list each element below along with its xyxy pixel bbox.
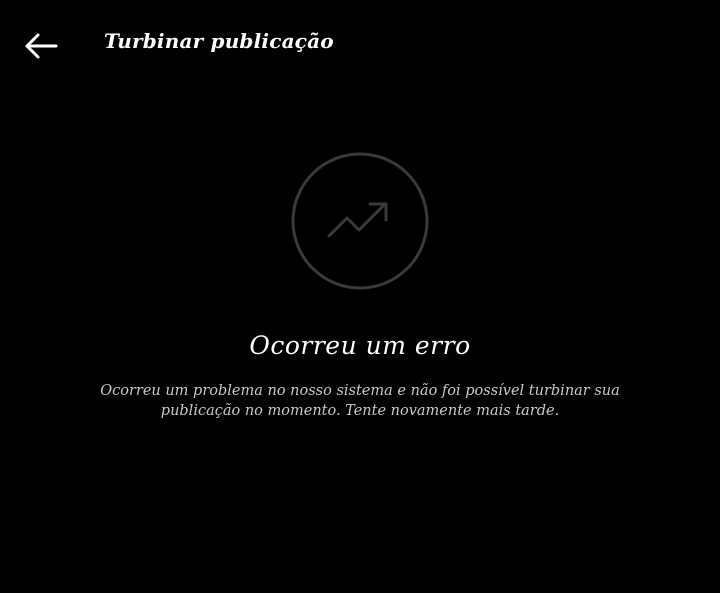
trending-up-icon bbox=[291, 152, 429, 290]
error-illustration bbox=[291, 152, 429, 290]
error-heading: Ocorreu um erro bbox=[249, 331, 471, 360]
arrow-left-icon bbox=[25, 33, 58, 59]
error-message: Ocorreu um problema no nosso sistema e n… bbox=[100, 383, 620, 419]
back-button[interactable] bbox=[18, 26, 64, 66]
page-title: Turbinar publicação bbox=[104, 29, 334, 53]
top-app-bar: Turbinar publicação bbox=[0, 0, 720, 86]
